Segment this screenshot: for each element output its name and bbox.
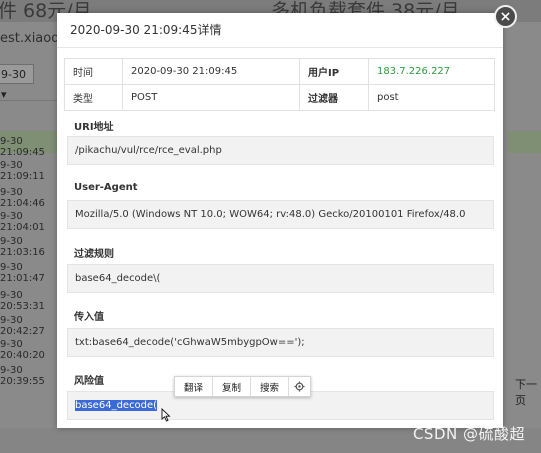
user-agent-box[interactable]: Mozilla/5.0 (Windows NT 10.0; WOW64; rv:… xyxy=(67,200,494,229)
copy-button[interactable]: 复制 xyxy=(213,377,252,396)
uri-value-box[interactable]: /pikachu/vul/rce/rce_eval.php xyxy=(67,136,494,165)
user-agent-value: Mozilla/5.0 (Windows NT 10.0; WOW64; rv:… xyxy=(75,209,466,220)
log-row-time[interactable]: 9-30 21:04:46 xyxy=(0,187,62,209)
watermark: CSDN @硫酸超 xyxy=(412,425,525,443)
type-label: 类型 xyxy=(64,84,123,111)
risk-value-label: 风险值 xyxy=(74,376,104,387)
detail-dialog: 2020-09-30 21:09:45详情 时间 2020-09-30 21:0… xyxy=(57,13,503,428)
close-dialog-button[interactable] xyxy=(494,5,517,28)
input-value-box[interactable]: txt:base64_decode('cGhwaW5mbygpOw=='); xyxy=(67,328,494,357)
dialog-title: 2020-09-30 21:09:45详情 xyxy=(57,13,503,48)
next-page-link[interactable]: 下一页 xyxy=(515,376,541,408)
close-icon xyxy=(501,12,510,21)
filter-value: post xyxy=(368,84,495,111)
log-row-time[interactable]: 9-30 20:42:27 xyxy=(0,315,62,337)
log-row-time[interactable]: 9-30 20:53:31 xyxy=(0,290,62,312)
highlighted-row-right xyxy=(508,131,541,153)
search-button[interactable]: 搜索 xyxy=(251,377,290,396)
text-cursor-icon xyxy=(161,408,171,422)
risk-value-selected[interactable]: base64_decode( xyxy=(75,400,158,411)
uri-value: /pikachu/vul/rce/rce_eval.php xyxy=(75,145,222,156)
detail-info-table: 时间 2020-09-30 21:09:45 用户IP 183.7.226.22… xyxy=(64,58,495,111)
table-row: 时间 2020-09-30 21:09:45 用户IP 183.7.226.22… xyxy=(64,58,495,85)
input-value: txt:base64_decode('cGhwaW5mbygpOw=='); xyxy=(75,337,305,348)
log-row-time[interactable]: 9-30 20:40:20 xyxy=(0,339,62,361)
date-select-value: 9-30 xyxy=(1,68,26,81)
settings-button[interactable] xyxy=(289,377,310,396)
uri-label: URI地址 xyxy=(74,122,114,133)
log-row-time[interactable]: 9-30 21:01:47 xyxy=(0,262,62,284)
selection-context-toolbar: 翻译 复制 搜索 xyxy=(174,376,312,397)
log-row-time[interactable]: 9-30 21:09:11 xyxy=(0,160,62,182)
log-row-time[interactable]: 9-30 21:04:01 xyxy=(0,211,62,233)
filter-rule-label: 过滤规则 xyxy=(74,249,114,260)
gear-icon xyxy=(294,381,305,392)
time-value: 2020-09-30 21:09:45 xyxy=(122,58,300,85)
user-ip-value: 183.7.226.227 xyxy=(368,58,495,85)
filter-label: 过滤器 xyxy=(299,84,369,111)
date-select[interactable]: 9-30 ▾ xyxy=(0,64,34,101)
type-value: POST xyxy=(122,84,300,111)
filter-rule-value: base64_decode\( xyxy=(75,273,161,284)
input-value-label: 传入值 xyxy=(74,312,104,323)
log-row-time[interactable]: 9-30 20:39:55 xyxy=(0,365,62,387)
filter-rule-box[interactable]: base64_decode\( xyxy=(67,264,494,293)
log-row-time[interactable]: 9-30 21:09:45 xyxy=(0,136,62,158)
divider xyxy=(0,100,62,101)
table-row: 类型 POST 过滤器 post xyxy=(64,84,495,111)
user-agent-label: User-Agent xyxy=(74,182,138,193)
user-ip-label: 用户IP xyxy=(299,58,369,85)
translate-button[interactable]: 翻译 xyxy=(175,377,214,396)
time-label: 时间 xyxy=(64,58,123,85)
log-row-time[interactable]: 9-30 21:03:16 xyxy=(0,236,62,258)
